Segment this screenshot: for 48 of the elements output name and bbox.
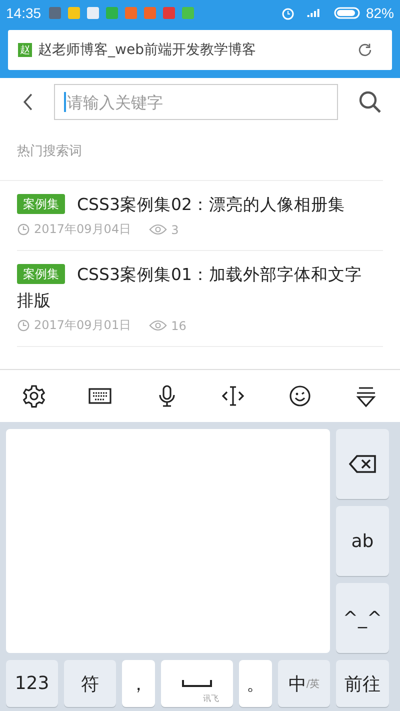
keyboard-key[interactable]: 。 [239,660,272,707]
back-icon[interactable] [22,91,34,113]
site-logo: 赵 [18,43,32,57]
battery-percent: 82% [366,5,394,21]
keyboard-key[interactable]: 前往 [336,660,389,707]
category-tag: 案例集 [17,194,65,214]
article-date: 2017年09月04日 [34,221,132,238]
search-icon[interactable] [358,90,382,114]
search-field[interactable]: 请输入关键字 [54,84,338,120]
article-title[interactable]: 案例集 CSS3案例集02：漂亮的人像相册集 [17,192,383,218]
hide-keyboard-icon[interactable] [354,384,378,408]
view-count: 3 [171,222,179,236]
settings-icon[interactable] [22,384,46,408]
app-icon [87,7,100,19]
cursor-move-icon[interactable] [221,384,246,408]
app-icon [125,7,138,19]
clock-icon [17,223,30,236]
key-hint: 讯飞 [203,693,219,704]
keyboard-key[interactable]: ， [122,660,155,707]
app-icon [144,7,156,19]
reload-icon[interactable] [356,41,374,59]
address-bar[interactable]: 赵 赵老师博客_web前端开发教学博客 [8,30,392,70]
app-icon [163,7,176,19]
smiley-icon[interactable] [288,384,312,408]
eye-icon [149,223,168,236]
article-title[interactable]: 案例集 CSS3案例集01：加载外部字体和文字排版 [17,262,383,314]
keyboard-key[interactable]: ^_^ [336,583,389,653]
signal-icon [306,6,322,20]
keyboard-key[interactable]: 符 [64,660,116,707]
app-icon [182,7,194,19]
app-icon [49,7,62,19]
space-icon [182,678,212,688]
backspace-key[interactable] [336,429,389,499]
keyboard-key[interactable]: ab [336,506,389,576]
app-icon [68,7,80,19]
view-count: 16 [171,318,186,332]
article-date: 2017年09月01日 [34,317,132,334]
keyboard-key[interactable]: 123 [6,660,58,707]
alarm-icon [280,6,296,20]
battery-icon [334,6,362,20]
eye-icon [149,319,168,332]
app-icon [106,7,118,19]
status-time: 14:35 [6,5,42,21]
page-title: 赵老师博客_web前端开发教学博客 [38,41,257,59]
clock-icon [17,319,30,332]
section-heading: 热门搜索词 [0,126,383,181]
backspace-icon [348,454,376,474]
category-tag: 案例集 [17,264,65,284]
